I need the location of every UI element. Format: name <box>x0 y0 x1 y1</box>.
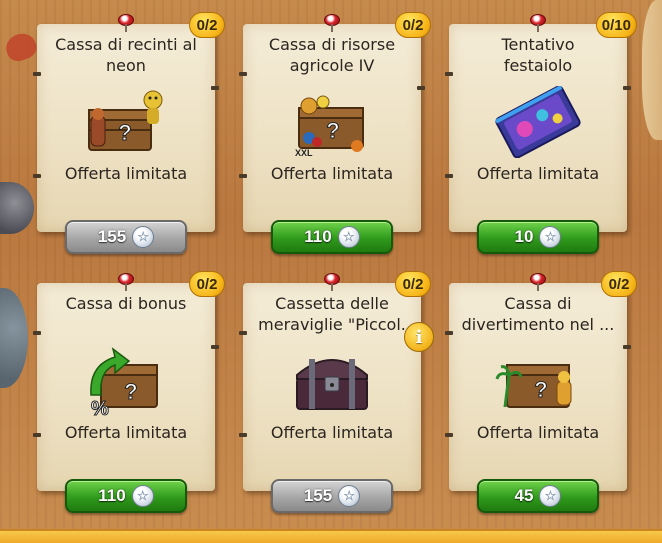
offer-title: Tentativo festaiolo <box>501 35 575 75</box>
gem-currency-icon: ☆ <box>131 485 154 507</box>
offer-title: Cassa di divertimento nel ... <box>461 294 615 334</box>
svg-text:?: ? <box>534 377 547 402</box>
heart-decoration <box>2 29 40 65</box>
offer-title: Cassa di risorse agricole IV <box>268 35 396 75</box>
resource-chest-icon: ? XXL <box>295 95 364 158</box>
treasure-chest-icon <box>296 359 368 410</box>
offer-card[interactable]: 0/10 Tentativo festaiolo Offerta limitat… <box>445 12 637 254</box>
bottom-bar <box>0 529 662 543</box>
price-label: 10 <box>514 227 534 246</box>
buy-button[interactable]: 155 ☆ <box>65 220 187 254</box>
svg-text:XXL: XXL <box>295 148 313 158</box>
pushpin-icon <box>117 14 135 32</box>
cake-decoration <box>642 0 662 140</box>
nail-icon <box>211 86 219 90</box>
buy-button[interactable]: 10 ☆ <box>477 220 599 254</box>
fun-chest-icon: ? <box>495 364 572 408</box>
svg-text:?: ? <box>124 379 137 404</box>
pushpin-icon <box>529 14 547 32</box>
offer-card[interactable]: 0/2 Cassa di recinti al neon ? Offerta l… <box>33 12 225 254</box>
nail-icon <box>623 345 631 349</box>
offer-subtitle: Offerta limitata <box>270 164 394 183</box>
buy-button[interactable]: 155 ☆ <box>271 479 393 513</box>
price-label: 110 <box>98 486 126 505</box>
offer-card[interactable]: 0/2 Cassa di divertimento nel ... ? Offe… <box>445 271 637 513</box>
offer-subtitle: Offerta limitata <box>476 423 600 442</box>
offer-card[interactable]: 0/2 Cassa di risorse agricole IV ? XXL O… <box>239 12 431 254</box>
buy-button[interactable]: 110 ☆ <box>271 220 393 254</box>
gem-currency-icon: ☆ <box>132 226 155 248</box>
pushpin-icon <box>323 14 341 32</box>
offer-subtitle: Offerta limitata <box>270 423 394 442</box>
hat-decoration <box>0 182 34 234</box>
price-label: 110 <box>304 227 332 246</box>
nail-icon <box>211 345 219 349</box>
price-label: 45 <box>514 486 534 505</box>
offer-subtitle: Offerta limitata <box>64 164 188 183</box>
gem-currency-icon: ☆ <box>539 226 562 248</box>
buy-button[interactable]: 110 ☆ <box>65 479 187 513</box>
svg-text:?: ? <box>326 118 339 143</box>
pushpin-icon <box>529 273 547 291</box>
gem-currency-icon: ☆ <box>337 226 360 248</box>
info-icon[interactable]: i <box>404 322 434 352</box>
gem-currency-icon: ☆ <box>338 485 361 507</box>
gem-currency-icon: ☆ <box>539 485 562 507</box>
bonus-chest-icon: ? % <box>90 347 158 417</box>
nail-icon <box>623 86 631 90</box>
pushpin-icon <box>117 273 135 291</box>
offer-title: Cassetta delle meraviglie "Piccol. <box>258 294 406 334</box>
offer-card[interactable]: 0/2 Cassetta delle meraviglie "Piccol. O… <box>239 271 431 513</box>
offer-title: Cassa di recinti al neon <box>55 35 197 75</box>
chest-with-monkey-icon: ? <box>88 90 163 151</box>
price-label: 155 <box>97 227 127 246</box>
svg-text:?: ? <box>118 120 131 145</box>
offer-card[interactable]: 0/2 Cassa di bonus ? % Offerta limitata … <box>33 271 225 513</box>
offer-subtitle: Offerta limitata <box>476 164 600 183</box>
offer-subtitle: Offerta limitata <box>64 423 188 442</box>
price-label: 155 <box>303 486 333 505</box>
svg-text:%: % <box>91 398 109 417</box>
nail-icon <box>417 86 425 90</box>
pushpin-icon <box>323 273 341 291</box>
party-ticket-icon <box>495 86 581 158</box>
fish-decoration <box>0 288 28 388</box>
offer-title: Cassa di bonus <box>65 294 187 313</box>
buy-button[interactable]: 45 ☆ <box>477 479 599 513</box>
